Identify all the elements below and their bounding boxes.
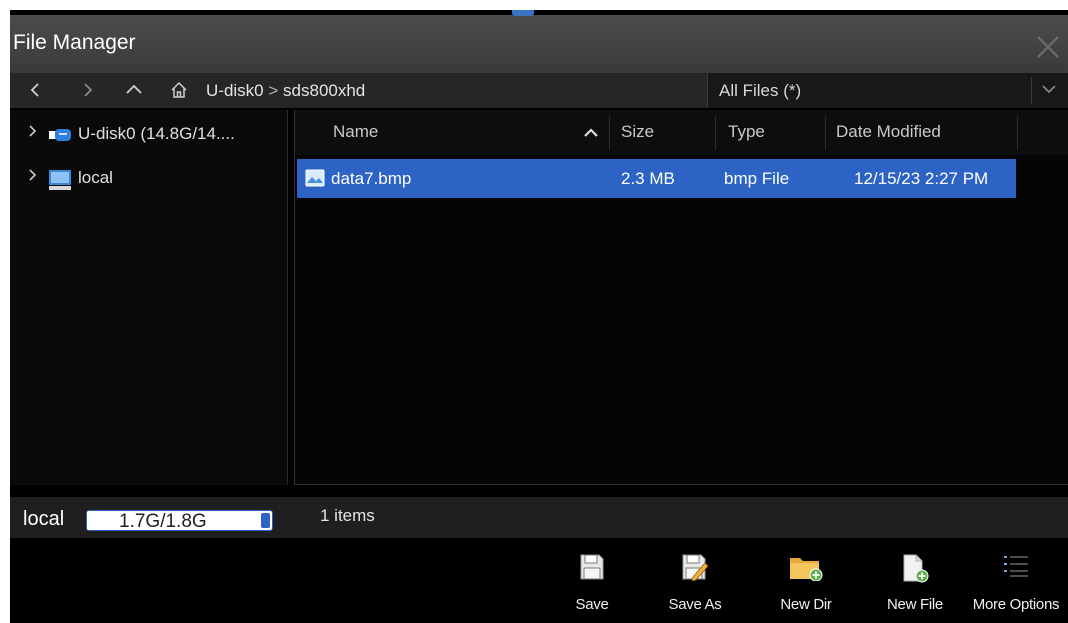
window-title: File Manager [13,31,136,54]
file-size: 2.3 MB [621,169,675,188]
drag-handle[interactable] [512,10,534,16]
sort-ascending-icon[interactable] [583,128,599,138]
forward-button[interactable] [75,77,101,103]
navigation-bar: U-disk0 > sds800xhd All Files (*) [10,73,1068,108]
close-icon [1037,36,1059,58]
tree-item-label: U-disk0 (14.8G/14.... [78,124,235,143]
new-file-label: New File [887,596,943,613]
breadcrumb-separator: > [268,81,279,100]
column-separator [715,116,716,150]
usb-drive-icon [48,125,72,150]
close-button[interactable] [1028,27,1068,67]
breadcrumb-folder[interactable]: sds800xhd [283,81,365,100]
back-button[interactable] [22,77,48,103]
save-label: Save [575,596,609,613]
chevron-right-icon [29,125,37,137]
chevron-down-icon [1042,85,1056,94]
folder-tree: U-disk0 (14.8G/14.... local [10,110,288,485]
monitor-drive-icon [48,169,72,196]
action-toolbar: Save Save As New Dir New File More Optio… [10,538,1068,623]
column-date-modified[interactable]: Date Modified [836,122,941,142]
title-bar: File Manager [10,15,1068,73]
file-manager-window: File Manager U-disk0 > sds800xhd All Fil… [10,10,1068,623]
home-button[interactable] [170,81,188,104]
file-type: bmp File [724,169,790,188]
save-as-button[interactable]: Save As [647,550,743,620]
column-separator [825,116,826,150]
chevron-right-icon [84,83,93,97]
column-header: Name Size Type Date Modified [295,110,1068,155]
tree-item-label: local [78,168,113,187]
tree-item-local[interactable]: local [10,166,288,192]
file-name: data7.bmp [331,169,412,188]
table-row[interactable]: data7.bmp 2.3 MB bmp File 12/15/23 2:27 … [297,159,1016,198]
item-count: 1 items [320,506,375,525]
breadcrumb: U-disk0 > sds800xhd [206,81,365,101]
column-separator [609,116,610,150]
breadcrumb-root[interactable]: U-disk0 [206,81,264,100]
column-separator [1017,116,1018,150]
file-list: Name Size Type Date Modified data7.bmp 2… [294,110,1068,485]
tree-item-u-disk0[interactable]: U-disk0 (14.8G/14.... [10,122,288,148]
column-name[interactable]: Name [333,122,378,142]
floppy-disk-icon [580,554,604,580]
column-size[interactable]: Size [621,122,654,142]
list-icon [1004,556,1028,577]
more-options-label: More Options [972,596,1060,613]
storage-usage-marker [261,513,270,528]
filter-value: All Files (*) [719,81,802,100]
save-as-label: Save As [668,596,722,613]
image-file-icon [305,169,325,192]
expand-arrow[interactable] [28,124,38,142]
status-bar: local 1.7G/1.8G 1 items [10,497,1068,538]
file-date: 12/15/23 2:27 PM [854,169,989,188]
home-icon [171,81,187,98]
floppy-pencil-icon [682,554,709,581]
storage-name: local [23,508,65,530]
new-file-button[interactable]: New File [867,550,963,620]
column-type[interactable]: Type [728,122,765,142]
file-type-filter-select[interactable]: All Files (*) [707,73,1068,108]
new-file-icon [903,554,929,583]
storage-usage-bar: 1.7G/1.8G [86,510,273,531]
storage-usage-text: 1.7G/1.8G [119,511,207,531]
expand-arrow[interactable] [28,168,38,186]
filter-divider [1031,77,1032,104]
new-dir-label: New Dir [780,596,832,613]
chevron-right-icon [29,169,37,181]
save-button[interactable]: Save [544,550,640,620]
more-options-button[interactable]: More Options [968,550,1064,620]
up-button[interactable] [121,77,147,103]
chevron-left-icon [30,83,39,97]
new-folder-icon [790,558,823,581]
chevron-up-icon [126,84,142,94]
new-dir-button[interactable]: New Dir [758,550,854,620]
